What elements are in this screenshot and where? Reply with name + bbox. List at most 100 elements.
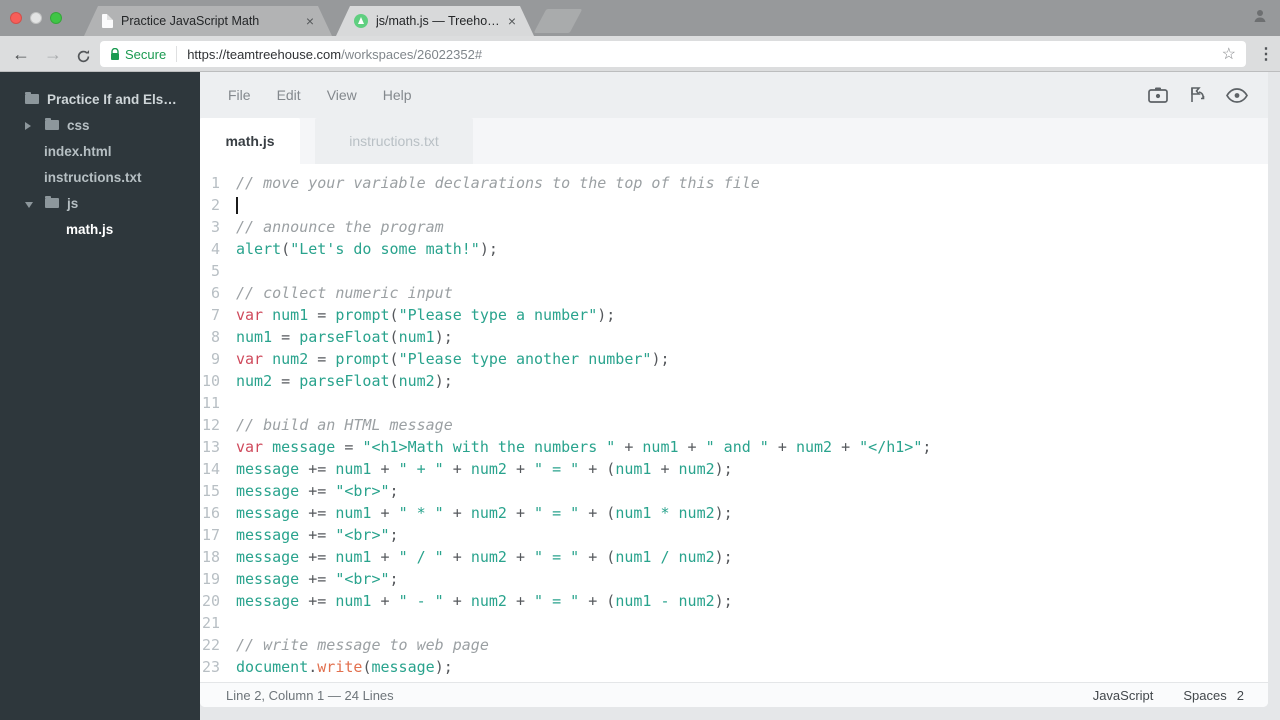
code-line-20[interactable]: 20 message += num1 + " - " + num2 + " = "…	[200, 590, 1268, 612]
code-line-11[interactable]: 11	[200, 392, 1268, 414]
code-token: ;	[389, 526, 399, 544]
code-token: =	[308, 306, 336, 324]
code-line-7[interactable]: 7 var num1 = prompt("Please type a number…	[200, 304, 1268, 326]
editor-tab-mathjs[interactable]: math.js	[200, 118, 300, 164]
code-token: num1	[335, 504, 372, 522]
code-token: ;	[389, 482, 399, 500]
code-line-10[interactable]: 10 num2 = parseFloat(num2);	[200, 370, 1268, 392]
code-token: +	[443, 592, 471, 610]
menu-item-help[interactable]: Help	[383, 87, 412, 103]
tree-item-label: index.html	[44, 143, 112, 159]
code-token: message	[272, 438, 336, 456]
profile-icon[interactable]	[1252, 8, 1268, 29]
close-tab-icon[interactable]: ×	[306, 14, 314, 28]
url-text[interactable]: https://teamtreehouse.com/workspaces/260…	[187, 47, 482, 62]
code-line-8[interactable]: 8 num1 = parseFloat(num1);	[200, 326, 1268, 348]
code-token: (	[281, 240, 291, 258]
tree-item-css[interactable]: css	[0, 112, 200, 138]
code-line-5[interactable]: 5	[200, 260, 1268, 282]
minimize-window-button[interactable]	[30, 12, 42, 24]
code-line-3[interactable]: 3 // announce the program	[200, 216, 1268, 238]
code-line-14[interactable]: 14 message += num1 + " + " + num2 + " = "…	[200, 458, 1268, 480]
indent-setting[interactable]: Spaces 2	[1183, 688, 1244, 703]
code-token: num2	[470, 592, 507, 610]
code-line-6[interactable]: 6 // collect numeric input	[200, 282, 1268, 304]
code-line-22[interactable]: 22 // write message to web page	[200, 634, 1268, 656]
code-token: +	[678, 438, 706, 456]
tree-item-instructions-txt[interactable]: instructions.txt	[0, 164, 200, 190]
code-text: // write message to web page	[236, 634, 489, 656]
menu-item-file[interactable]: File	[228, 87, 251, 103]
window-controls[interactable]	[10, 12, 62, 24]
reload-button[interactable]	[76, 46, 91, 70]
code-token: parseFloat	[299, 372, 390, 390]
tree-item-label: css	[67, 117, 90, 133]
code-editor[interactable]: 1 // move your variable declarations to t…	[200, 164, 1268, 682]
language-mode-selector[interactable]: JavaScript	[1093, 688, 1154, 703]
menu-item-view[interactable]: View	[327, 87, 357, 103]
tree-item-index-html[interactable]: index.html	[0, 138, 200, 164]
code-line-15[interactable]: 15 message += "<br>";	[200, 480, 1268, 502]
new-tab-button[interactable]	[533, 9, 583, 33]
code-token: =	[272, 372, 300, 390]
code-line-1[interactable]: 1 // move your variable declarations to t…	[200, 172, 1268, 194]
line-number: 12	[201, 416, 220, 434]
code-line-13[interactable]: 13 var message = "<h1>Math with the numbe…	[200, 436, 1268, 458]
code-line-2[interactable]: 2	[200, 194, 1268, 216]
secure-badge[interactable]: Secure	[110, 47, 166, 62]
code-line-9[interactable]: 9 var num2 = prompt("Please type another …	[200, 348, 1268, 370]
forward-button[interactable]: →	[44, 42, 62, 66]
code-token: );	[434, 328, 453, 346]
code-token: " / "	[398, 548, 444, 566]
tree-item-practice-if-and-els-[interactable]: Practice If and Els…	[0, 86, 200, 112]
padlock-icon	[111, 47, 119, 60]
preview-eye-icon[interactable]	[1226, 87, 1248, 103]
code-token: +	[371, 460, 399, 478]
line-number: 1	[210, 174, 220, 192]
code-token: +=	[299, 526, 336, 544]
fork-icon[interactable]	[1188, 86, 1206, 104]
line-number: 10	[201, 372, 220, 390]
code-token: +	[371, 592, 399, 610]
bookmark-star-icon[interactable]: ☆	[1222, 44, 1236, 64]
browser-tab-practice-javascript-math[interactable]: Practice JavaScript Math ×	[84, 6, 332, 36]
line-number: 20	[201, 592, 220, 610]
code-line-16[interactable]: 16 message += num1 + " * " + num2 + " = "…	[200, 502, 1268, 524]
tree-item-js[interactable]: js	[0, 190, 200, 216]
menu-item-edit[interactable]: Edit	[277, 87, 301, 103]
code-token: message	[236, 504, 300, 522]
divider	[176, 46, 178, 62]
code-token: message	[236, 592, 300, 610]
chevron-right-icon[interactable]	[25, 118, 37, 133]
code-token: =	[272, 328, 300, 346]
tree-item-math-js[interactable]: math.js	[0, 216, 200, 242]
back-button[interactable]: ←	[12, 42, 30, 66]
code-line-21[interactable]: 21	[200, 612, 1268, 634]
line-number: 11	[201, 394, 220, 412]
code-token: " + "	[398, 460, 444, 478]
code-token: +	[443, 460, 471, 478]
code-token: "</h1>"	[859, 438, 923, 456]
browser-menu-icon[interactable]: ⋮	[1258, 44, 1274, 64]
close-tab-icon[interactable]: ×	[508, 14, 516, 28]
line-number: 4	[210, 240, 220, 258]
code-line-4[interactable]: 4 alert("Let's do some math!");	[200, 238, 1268, 260]
zoom-window-button[interactable]	[50, 12, 62, 24]
code-line-23[interactable]: 23 document.write(message);	[200, 656, 1268, 678]
editor-tab-instructions[interactable]: instructions.txt	[315, 118, 473, 164]
code-line-12[interactable]: 12 // build an HTML message	[200, 414, 1268, 436]
code-token: message	[236, 548, 300, 566]
code-token: +	[506, 548, 535, 566]
code-token: );	[714, 592, 733, 610]
code-line-18[interactable]: 18 message += num1 + " / " + num2 + " = "…	[200, 546, 1268, 568]
browser-tab-treehouse-workspace[interactable]: js/math.js — Treehouse Works ×	[336, 6, 534, 36]
code-token: num1	[335, 548, 372, 566]
address-bar[interactable]: Secure https://teamtreehouse.com/workspa…	[100, 41, 1246, 67]
code-line-17[interactable]: 17 message += "<br>";	[200, 524, 1268, 546]
code-token: +	[443, 548, 471, 566]
code-token: +	[615, 438, 643, 456]
camera-icon[interactable]	[1148, 87, 1168, 103]
code-line-19[interactable]: 19 message += "<br>";	[200, 568, 1268, 590]
chevron-down-icon[interactable]	[25, 196, 37, 211]
close-window-button[interactable]	[10, 12, 22, 24]
